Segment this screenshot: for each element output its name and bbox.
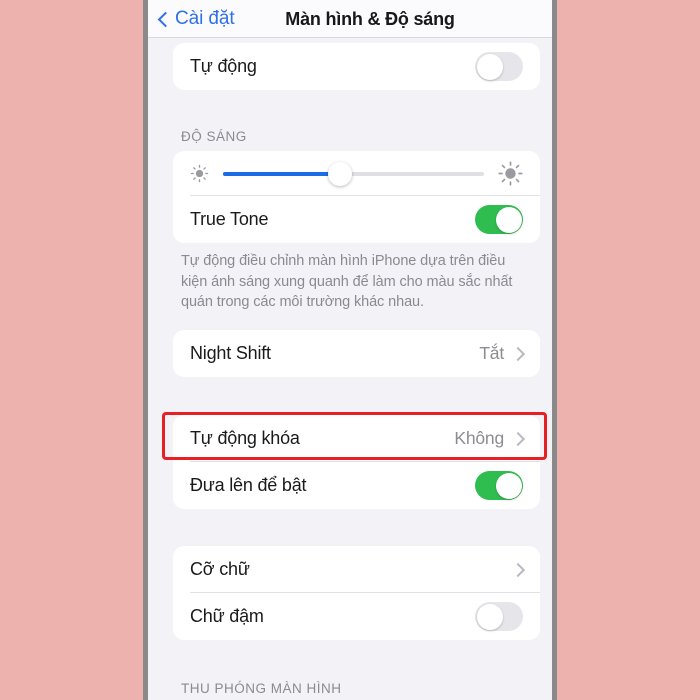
toggle-knob <box>495 206 522 233</box>
toggle-knob <box>476 603 503 630</box>
toggle-knob <box>476 53 503 80</box>
row-true-tone[interactable]: True Tone <box>173 196 540 243</box>
row-label-true-tone: True Tone <box>190 209 269 229</box>
section-header-thu-phong-man-hinh: THU PHÓNG MÀN HÌNH <box>181 681 342 696</box>
brightness-slider-track[interactable] <box>223 161 484 186</box>
toggle-chu-dam[interactable] <box>475 602 523 631</box>
page-title: Màn hình & Độ sáng <box>285 9 455 29</box>
toggle-dua-len-de-bat[interactable] <box>475 471 523 500</box>
phone-screen: Cài đặt Màn hình & Độ sáng Tự động ĐỘ SÁ… <box>143 0 557 700</box>
row-label-co-chu: Cỡ chữ <box>190 559 250 579</box>
text-settings-card: Cỡ chữ Chữ đậm <box>173 546 540 640</box>
row-co-chu[interactable]: Cỡ chữ <box>173 546 540 593</box>
row-value-night-shift: Tắt <box>479 343 504 363</box>
section-header-do-sang: ĐỘ SÁNG <box>181 129 247 144</box>
auto-brightness-card: Tự động <box>173 43 540 90</box>
row-label-dua-len-de-bat: Đưa lên để bật <box>190 475 307 495</box>
toggle-tu-dong[interactable] <box>475 52 523 81</box>
row-chu-dam[interactable]: Chữ đậm <box>173 593 540 640</box>
auto-lock-card: Tự động khóa Không Đưa lên để bật <box>173 415 540 509</box>
sun-large-icon <box>498 161 523 186</box>
row-night-shift[interactable]: Night Shift Tắt <box>173 330 540 377</box>
night-shift-card: Night Shift Tắt <box>173 330 540 377</box>
brightness-card: True Tone <box>173 151 540 243</box>
row-tu-dong-khoa[interactable]: Tự động khóa Không <box>173 415 540 462</box>
row-label-chu-dam: Chữ đậm <box>190 606 264 626</box>
toggle-true-tone[interactable] <box>475 205 523 234</box>
chevron-right-icon <box>510 562 526 577</box>
row-label-tu-dong: Tự động <box>190 56 257 76</box>
chevron-right-icon <box>510 431 526 446</box>
row-label-tu-dong-khoa: Tự động khóa <box>190 428 300 448</box>
row-value-tu-dong-khoa: Không <box>454 428 504 448</box>
brightness-slider-knob[interactable] <box>328 161 353 186</box>
settings-scroll-area[interactable]: Tự động ĐỘ SÁNG True Tone Tự động điều c… <box>148 38 552 700</box>
row-label-night-shift: Night Shift <box>190 343 271 363</box>
navigation-bar: Cài đặt Màn hình & Độ sáng <box>148 0 552 38</box>
brightness-slider-row[interactable] <box>173 151 540 196</box>
toggle-knob <box>495 472 522 499</box>
true-tone-description: Tự động điều chỉnh màn hình iPhone dựa t… <box>181 253 513 310</box>
chevron-right-icon <box>510 346 526 361</box>
brightness-slider-fill <box>223 171 341 176</box>
row-tu-dong[interactable]: Tự động <box>173 43 540 90</box>
row-dua-len-de-bat[interactable]: Đưa lên để bật <box>173 462 540 509</box>
sun-small-icon <box>190 164 209 183</box>
